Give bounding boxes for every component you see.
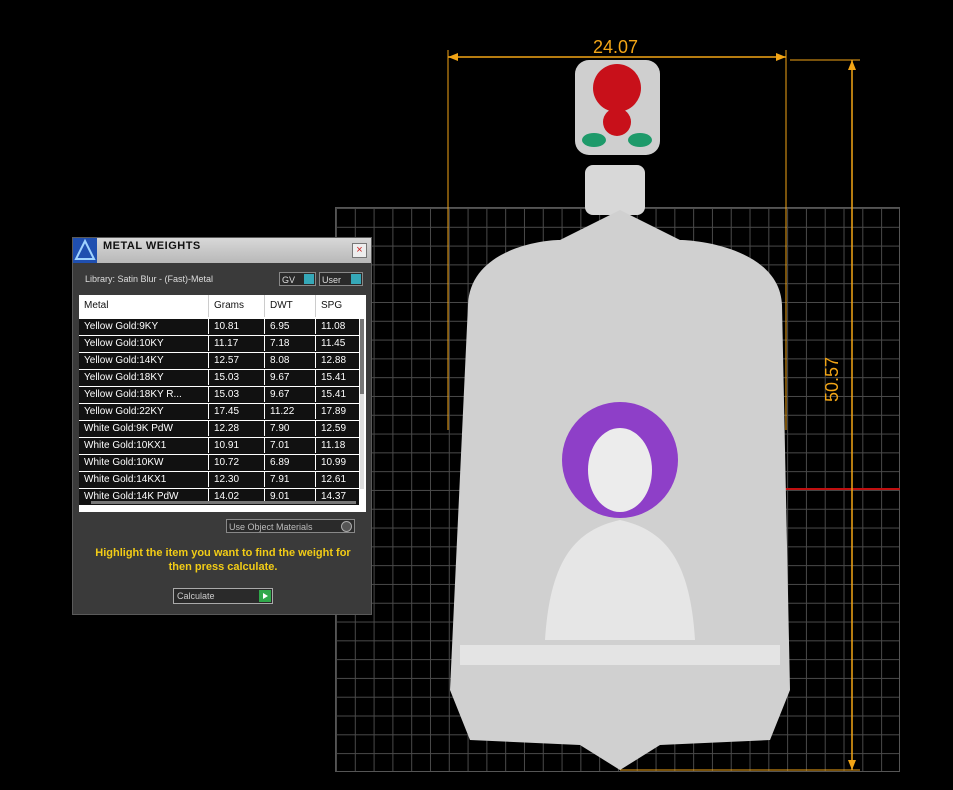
metal-table[interactable]: Metal Grams DWT SPG Yellow Gold:9KY 10.81… xyxy=(79,295,366,512)
metal-weights-dialog: METAL WEIGHTS × Library: Satin Blur - (F… xyxy=(72,237,372,615)
spg-cell: 11.18 xyxy=(321,440,346,451)
table-row[interactable]: White Gold:10KW 10.72 6.89 10.99 xyxy=(79,455,359,472)
table-row[interactable]: Yellow Gold:9KY 10.81 6.95 11.08 xyxy=(79,319,359,336)
dwt-cell: 6.89 xyxy=(265,455,316,470)
grams-cell: 10.72 xyxy=(209,455,265,470)
dialog-titlebar[interactable]: METAL WEIGHTS × xyxy=(73,238,371,263)
vertical-scrollbar[interactable] xyxy=(360,319,364,489)
spg-cell: 11.08 xyxy=(321,321,346,332)
vertical-scrollbar-thumb[interactable] xyxy=(360,319,364,394)
grams-cell: 17.45 xyxy=(209,404,265,419)
metal-cell: Yellow Gold:10KY xyxy=(79,336,209,351)
play-icon xyxy=(259,590,271,602)
dwt-cell: 9.67 xyxy=(265,387,316,402)
grams-cell: 10.81 xyxy=(209,319,265,334)
dwt-cell: 7.01 xyxy=(265,438,316,453)
metal-cell: White Gold:10KX1 xyxy=(79,438,209,453)
dwt-cell: 6.95 xyxy=(265,319,316,334)
app-logo-icon xyxy=(73,238,97,263)
metal-cell: Yellow Gold:22KY xyxy=(79,404,209,419)
dwt-cell: 7.90 xyxy=(265,421,316,436)
spg-cell: 11.45 xyxy=(321,338,346,349)
column-header-metal[interactable]: Metal xyxy=(79,295,209,317)
user-toggle-label: User xyxy=(322,275,342,285)
spg-cell: 12.61 xyxy=(321,474,347,485)
metal-cell: White Gold:14KX1 xyxy=(79,472,209,487)
spg-cell: 10.99 xyxy=(321,457,347,468)
column-header-spg[interactable]: SPG xyxy=(316,295,366,317)
grams-cell: 11.17 xyxy=(209,336,265,351)
table-row[interactable]: Yellow Gold:18KY R... 15.03 9.67 15.41 xyxy=(79,387,359,404)
table-header: Metal Grams DWT SPG xyxy=(79,295,366,317)
metal-cell: Yellow Gold:18KY R... xyxy=(79,387,209,402)
grams-cell: 15.03 xyxy=(209,387,265,402)
use-object-materials-option[interactable]: Use Object Materials xyxy=(226,519,355,533)
spg-cell: 12.88 xyxy=(321,355,347,366)
spg-cell: 15.41 xyxy=(321,372,347,383)
dwt-cell: 7.18 xyxy=(265,336,316,351)
grams-cell: 15.03 xyxy=(209,370,265,385)
grams-cell: 12.28 xyxy=(209,421,265,436)
user-toggle[interactable]: User xyxy=(319,272,363,286)
dwt-cell: 7.91 xyxy=(265,472,316,487)
spg-cell: 15.41 xyxy=(321,389,347,400)
spg-cell: 12.59 xyxy=(321,423,347,434)
library-label: Library: Satin Blur - (Fast)-Metal xyxy=(85,274,214,284)
table-row[interactable]: Yellow Gold:14KY 12.57 8.08 12.88 xyxy=(79,353,359,370)
table-row[interactable]: White Gold:14KX1 12.30 7.91 12.61 xyxy=(79,472,359,489)
dwt-cell: 8.08 xyxy=(265,353,316,368)
use-object-materials-radio[interactable] xyxy=(341,521,352,532)
metal-cell: Yellow Gold:14KY xyxy=(79,353,209,368)
table-row[interactable]: Yellow Gold:22KY 17.45 11.22 17.89 xyxy=(79,404,359,421)
dialog-title: METAL WEIGHTS xyxy=(103,240,201,252)
table-body: Yellow Gold:9KY 10.81 6.95 11.08 Yellow Gold… xyxy=(79,319,359,506)
grams-cell: 12.30 xyxy=(209,472,265,487)
metal-cell: Yellow Gold:9KY xyxy=(79,319,209,334)
metal-cell: White Gold:9K PdW xyxy=(79,421,209,436)
table-row[interactable]: White Gold:9K PdW 12.28 7.90 12.59 xyxy=(79,421,359,438)
user-toggle-indicator xyxy=(351,274,361,284)
gv-toggle-label: GV xyxy=(282,275,296,285)
gv-toggle[interactable]: GV xyxy=(279,272,316,286)
table-row[interactable]: Yellow Gold:10KY 11.17 7.18 11.45 xyxy=(79,336,359,353)
table-row[interactable]: Yellow Gold:18KY 15.03 9.67 15.41 xyxy=(79,370,359,387)
grams-cell: 12.57 xyxy=(209,353,265,368)
column-header-grams[interactable]: Grams xyxy=(209,295,265,317)
metal-cell: Yellow Gold:18KY xyxy=(79,370,209,385)
metal-cell: White Gold:10KW xyxy=(79,455,209,470)
gv-toggle-indicator xyxy=(304,274,314,284)
grams-cell: 10.91 xyxy=(209,438,265,453)
calculate-label: Calculate xyxy=(177,591,215,601)
dwt-cell: 9.67 xyxy=(265,370,316,385)
horizontal-scrollbar[interactable] xyxy=(91,501,356,504)
spg-cell: 17.89 xyxy=(321,406,347,417)
calculate-button[interactable]: Calculate xyxy=(173,588,273,604)
column-header-dwt[interactable]: DWT xyxy=(265,295,316,317)
table-row[interactable]: White Gold:10KX1 10.91 7.01 11.18 xyxy=(79,438,359,455)
close-button[interactable]: × xyxy=(352,243,367,258)
instruction-text: Highlight the item you want to find the … xyxy=(95,547,351,573)
use-object-materials-label: Use Object Materials xyxy=(229,522,313,532)
dwt-cell: 11.22 xyxy=(265,404,316,419)
